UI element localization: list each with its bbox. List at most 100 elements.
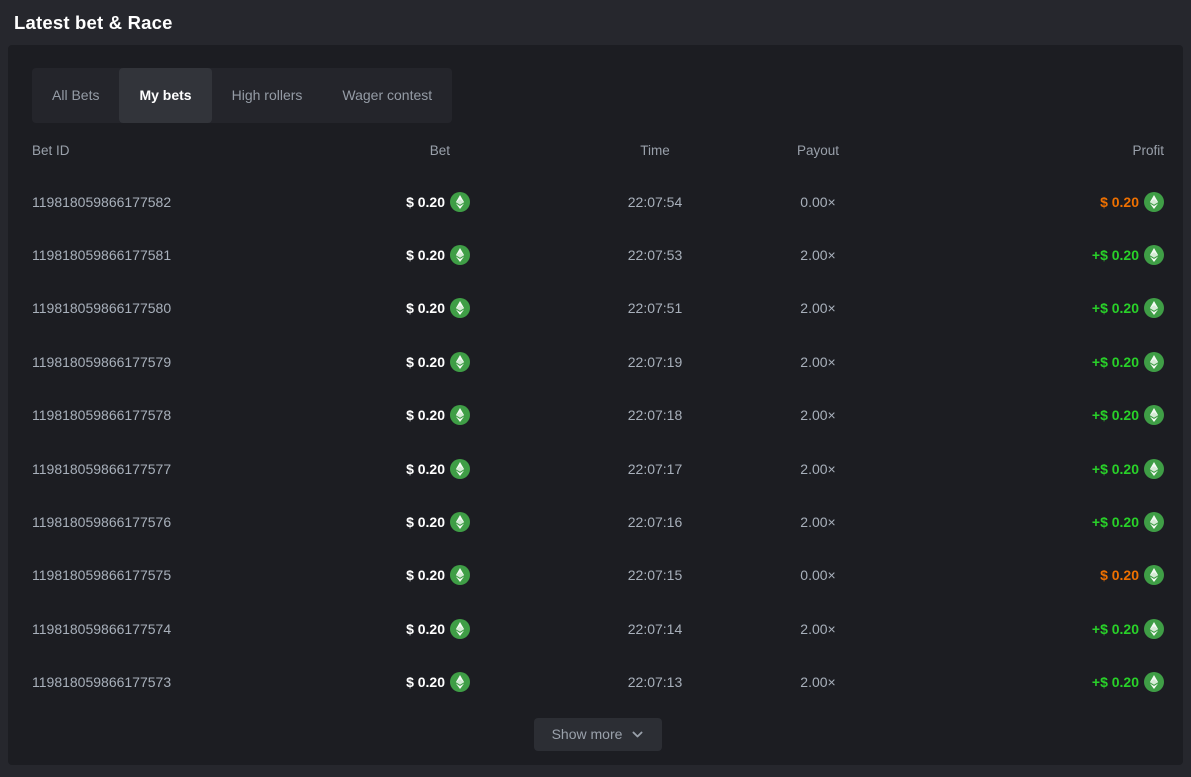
tab-my-bets[interactable]: My bets	[119, 68, 211, 123]
bet-id: 119818059866177579	[32, 354, 232, 370]
ethereum-coin-icon	[1144, 565, 1164, 585]
ethereum-coin-icon	[1144, 352, 1164, 372]
profit-amount: +$ 0.20	[1092, 247, 1139, 263]
bet-id: 119818059866177576	[32, 514, 232, 530]
ethereum-coin-icon	[450, 192, 470, 212]
table-row[interactable]: 119818059866177582$ 0.20 22:07:540.00×$ …	[32, 175, 1164, 228]
ethereum-coin-icon	[450, 619, 470, 639]
show-more-button[interactable]: Show more	[534, 718, 663, 751]
bet-time: 22:07:51	[470, 300, 748, 316]
bets-tab-bar: All BetsMy betsHigh rollersWager contest	[32, 68, 452, 123]
ethereum-coin-icon	[1144, 619, 1164, 639]
column-header-bet-id: Bet ID	[32, 143, 232, 158]
table-row[interactable]: 119818059866177578$ 0.20 22:07:182.00×+$…	[32, 389, 1164, 442]
ethereum-coin-icon	[450, 405, 470, 425]
bet-amount: $ 0.20	[406, 567, 445, 583]
profit-amount: +$ 0.20	[1092, 407, 1139, 423]
profit-cell: +$ 0.20	[888, 512, 1164, 532]
tab-wager-contest[interactable]: Wager contest	[322, 68, 452, 123]
profit-cell: +$ 0.20	[888, 459, 1164, 479]
ethereum-coin-icon	[450, 298, 470, 318]
profit-cell: +$ 0.20	[888, 405, 1164, 425]
bet-time: 22:07:53	[470, 247, 748, 263]
bet-amount: $ 0.20	[406, 354, 445, 370]
table-row[interactable]: 119818059866177581$ 0.20 22:07:532.00×+$…	[32, 228, 1164, 281]
table-row[interactable]: 119818059866177579 $ 0.20 22:07:192.00× +$…	[32, 335, 1164, 388]
bet-amount: $ 0.20	[406, 407, 445, 423]
show-more-container: Show more	[32, 718, 1164, 751]
bet-time: 22:07:16	[470, 514, 748, 530]
ethereum-coin-icon	[450, 672, 470, 692]
ethereum-coin-icon	[1144, 192, 1164, 212]
page-title: Latest bet & Race	[14, 12, 173, 34]
profit-amount: +$ 0.20	[1092, 354, 1139, 370]
bet-amount-cell: $ 0.20	[232, 512, 470, 532]
profit-amount: +$ 0.20	[1092, 461, 1139, 477]
column-header-bet: Bet	[232, 143, 470, 158]
bet-amount-cell: $ 0.20	[232, 192, 470, 212]
table-header-row: Bet IDBetTimePayoutProfit	[32, 125, 1164, 175]
profit-cell: +$ 0.20	[888, 672, 1164, 692]
bet-time: 22:07:17	[470, 461, 748, 477]
bet-amount: $ 0.20	[406, 514, 445, 530]
payout-multiplier: 2.00×	[748, 407, 888, 423]
ethereum-coin-icon	[450, 565, 470, 585]
payout-multiplier: 2.00×	[748, 674, 888, 690]
table-row[interactable]: 119818059866177580 $ 0.20 22:07:512.00× +$…	[32, 282, 1164, 335]
payout-multiplier: 2.00×	[748, 354, 888, 370]
bet-amount: $ 0.20	[406, 621, 445, 637]
tab-high-rollers[interactable]: High rollers	[212, 68, 323, 123]
ethereum-coin-icon	[1144, 512, 1164, 532]
top-bar: Latest bet & Race	[0, 0, 1191, 45]
column-header-profit: Profit	[888, 143, 1164, 158]
bet-amount-cell: $ 0.20	[232, 619, 470, 639]
bet-id: 119818059866177574	[32, 621, 232, 637]
bet-amount: $ 0.20	[406, 461, 445, 477]
tab-all-bets[interactable]: All Bets	[32, 68, 119, 123]
table-body: 119818059866177582$ 0.20 22:07:540.00×$ …	[32, 175, 1164, 709]
bet-amount-cell: $ 0.20	[232, 459, 470, 479]
bet-amount-cell: $ 0.20	[232, 565, 470, 585]
table-row[interactable]: 119818059866177575$ 0.20 22:07:150.00×$ …	[32, 549, 1164, 602]
bet-time: 22:07:19	[470, 354, 748, 370]
bets-table: Bet IDBetTimePayoutProfit 11981805986617…	[32, 125, 1164, 709]
bet-amount-cell: $ 0.20	[232, 298, 470, 318]
ethereum-coin-icon	[1144, 459, 1164, 479]
bet-amount: $ 0.20	[406, 194, 445, 210]
bet-amount: $ 0.20	[406, 300, 445, 316]
column-header-payout: Payout	[748, 143, 888, 158]
ethereum-coin-icon	[450, 352, 470, 372]
table-row[interactable]: 119818059866177576 $ 0.20 22:07:162.00× +$…	[32, 495, 1164, 548]
chevron-down-icon	[631, 728, 644, 741]
profit-amount: +$ 0.20	[1092, 514, 1139, 530]
bet-amount: $ 0.20	[406, 247, 445, 263]
payout-multiplier: 2.00×	[748, 300, 888, 316]
table-row[interactable]: 119818059866177574$ 0.20 22:07:142.00×+$…	[32, 602, 1164, 655]
payout-multiplier: 2.00×	[748, 514, 888, 530]
profit-cell: $ 0.20	[888, 565, 1164, 585]
bet-amount-cell: $ 0.20	[232, 245, 470, 265]
profit-cell: $ 0.20	[888, 192, 1164, 212]
bet-time: 22:07:15	[470, 567, 748, 583]
bet-id: 119818059866177580	[32, 300, 232, 316]
column-header-time: Time	[470, 143, 748, 158]
table-row[interactable]: 119818059866177573$ 0.20 22:07:132.00×+$…	[32, 656, 1164, 709]
ethereum-coin-icon	[1144, 405, 1164, 425]
profit-cell: +$ 0.20	[888, 298, 1164, 318]
profit-amount: +$ 0.20	[1092, 300, 1139, 316]
profit-cell: +$ 0.20	[888, 352, 1164, 372]
bet-id: 119818059866177577	[32, 461, 232, 477]
bet-amount: $ 0.20	[406, 674, 445, 690]
bet-id: 119818059866177581	[32, 247, 232, 263]
payout-multiplier: 0.00×	[748, 567, 888, 583]
ethereum-coin-icon	[450, 245, 470, 265]
profit-amount: +$ 0.20	[1092, 621, 1139, 637]
bet-amount-cell: $ 0.20	[232, 352, 470, 372]
profit-cell: +$ 0.20	[888, 619, 1164, 639]
ethereum-coin-icon	[1144, 672, 1164, 692]
bet-amount-cell: $ 0.20	[232, 405, 470, 425]
payout-multiplier: 2.00×	[748, 621, 888, 637]
table-row[interactable]: 119818059866177577$ 0.20 22:07:172.00×+$…	[32, 442, 1164, 495]
profit-amount: $ 0.20	[1100, 567, 1139, 583]
bet-time: 22:07:54	[470, 194, 748, 210]
